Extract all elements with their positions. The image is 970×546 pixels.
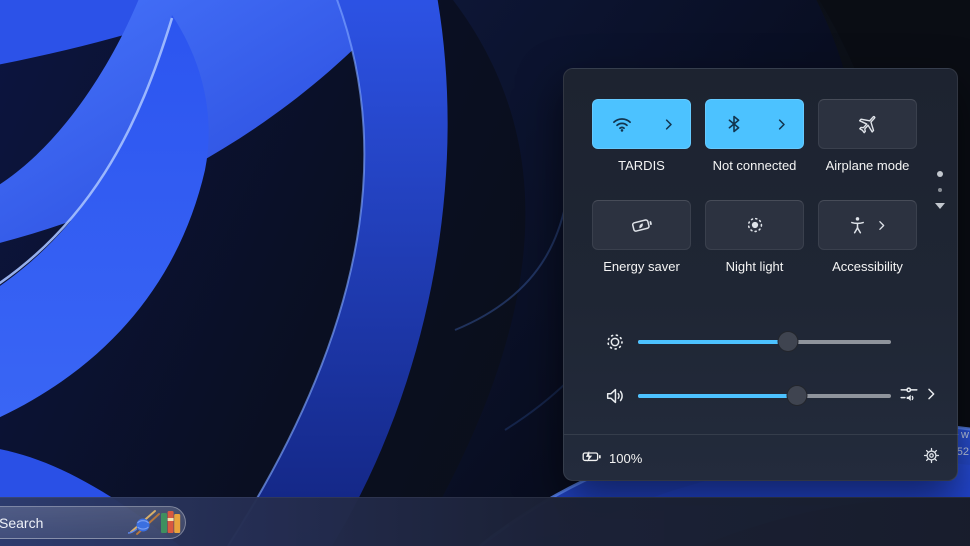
accessibility-icon (847, 215, 868, 236)
wifi-toggle[interactable] (592, 99, 691, 149)
battery-charging-icon (581, 446, 602, 470)
energy-saver-icon (630, 213, 654, 237)
page-dot-next[interactable] (938, 188, 942, 192)
qs-footer: 100% (564, 434, 959, 481)
accessibility-expand-chevron-icon[interactable] (875, 219, 888, 232)
quick-settings-panel: TARDIS Not connected Airplane mode (563, 68, 958, 481)
accessibility-tile[interactable] (818, 200, 917, 250)
bluetooth-label: Not connected (698, 158, 811, 173)
search-daily-illustration (125, 506, 181, 539)
brightness-slider-row (564, 331, 959, 353)
volume-expand-chevron-icon[interactable] (923, 386, 939, 407)
wifi-expand-chevron-icon[interactable] (661, 117, 676, 132)
volume-icon (604, 385, 626, 412)
qs-pagination (933, 171, 947, 209)
brightness-fill (638, 340, 788, 344)
wifi-label: TARDIS (585, 158, 698, 173)
gear-icon (922, 446, 941, 470)
bluetooth-expand-chevron-icon[interactable] (774, 117, 789, 132)
search-box[interactable]: Search (0, 506, 186, 539)
energy-saver-label: Energy saver (585, 259, 698, 274)
volume-thumb[interactable] (786, 385, 807, 406)
airplane-mode-label: Airplane mode (811, 158, 924, 173)
night-light-label: Night light (698, 259, 811, 274)
audio-output-select-icon[interactable] (898, 383, 920, 410)
night-light-toggle[interactable] (705, 200, 804, 250)
volume-slider-row (564, 385, 959, 407)
brightness-icon (604, 331, 626, 358)
brightness-track[interactable] (638, 340, 891, 344)
bluetooth-toggle[interactable] (705, 99, 804, 149)
brightness-thumb[interactable] (778, 331, 799, 352)
volume-fill (638, 394, 797, 398)
settings-button[interactable] (922, 446, 941, 470)
page-dot-current[interactable] (937, 171, 943, 177)
energy-saver-toggle[interactable] (592, 200, 691, 250)
search-box-label: Search (0, 515, 43, 531)
airplane-icon (856, 112, 880, 136)
wifi-icon (611, 113, 633, 135)
page-down-arrow-icon[interactable] (935, 203, 945, 209)
bluetooth-icon (724, 114, 744, 134)
battery-status-button[interactable]: 100% (581, 446, 642, 470)
watermark-line-1: w (961, 429, 969, 441)
taskbar: Search (0, 497, 970, 546)
airplane-mode-toggle[interactable] (818, 99, 917, 149)
desktop: w 52 (0, 0, 970, 546)
battery-percent-label: 100% (609, 451, 642, 466)
volume-track[interactable] (638, 394, 891, 398)
accessibility-label: Accessibility (811, 259, 924, 274)
night-light-icon (744, 214, 766, 236)
